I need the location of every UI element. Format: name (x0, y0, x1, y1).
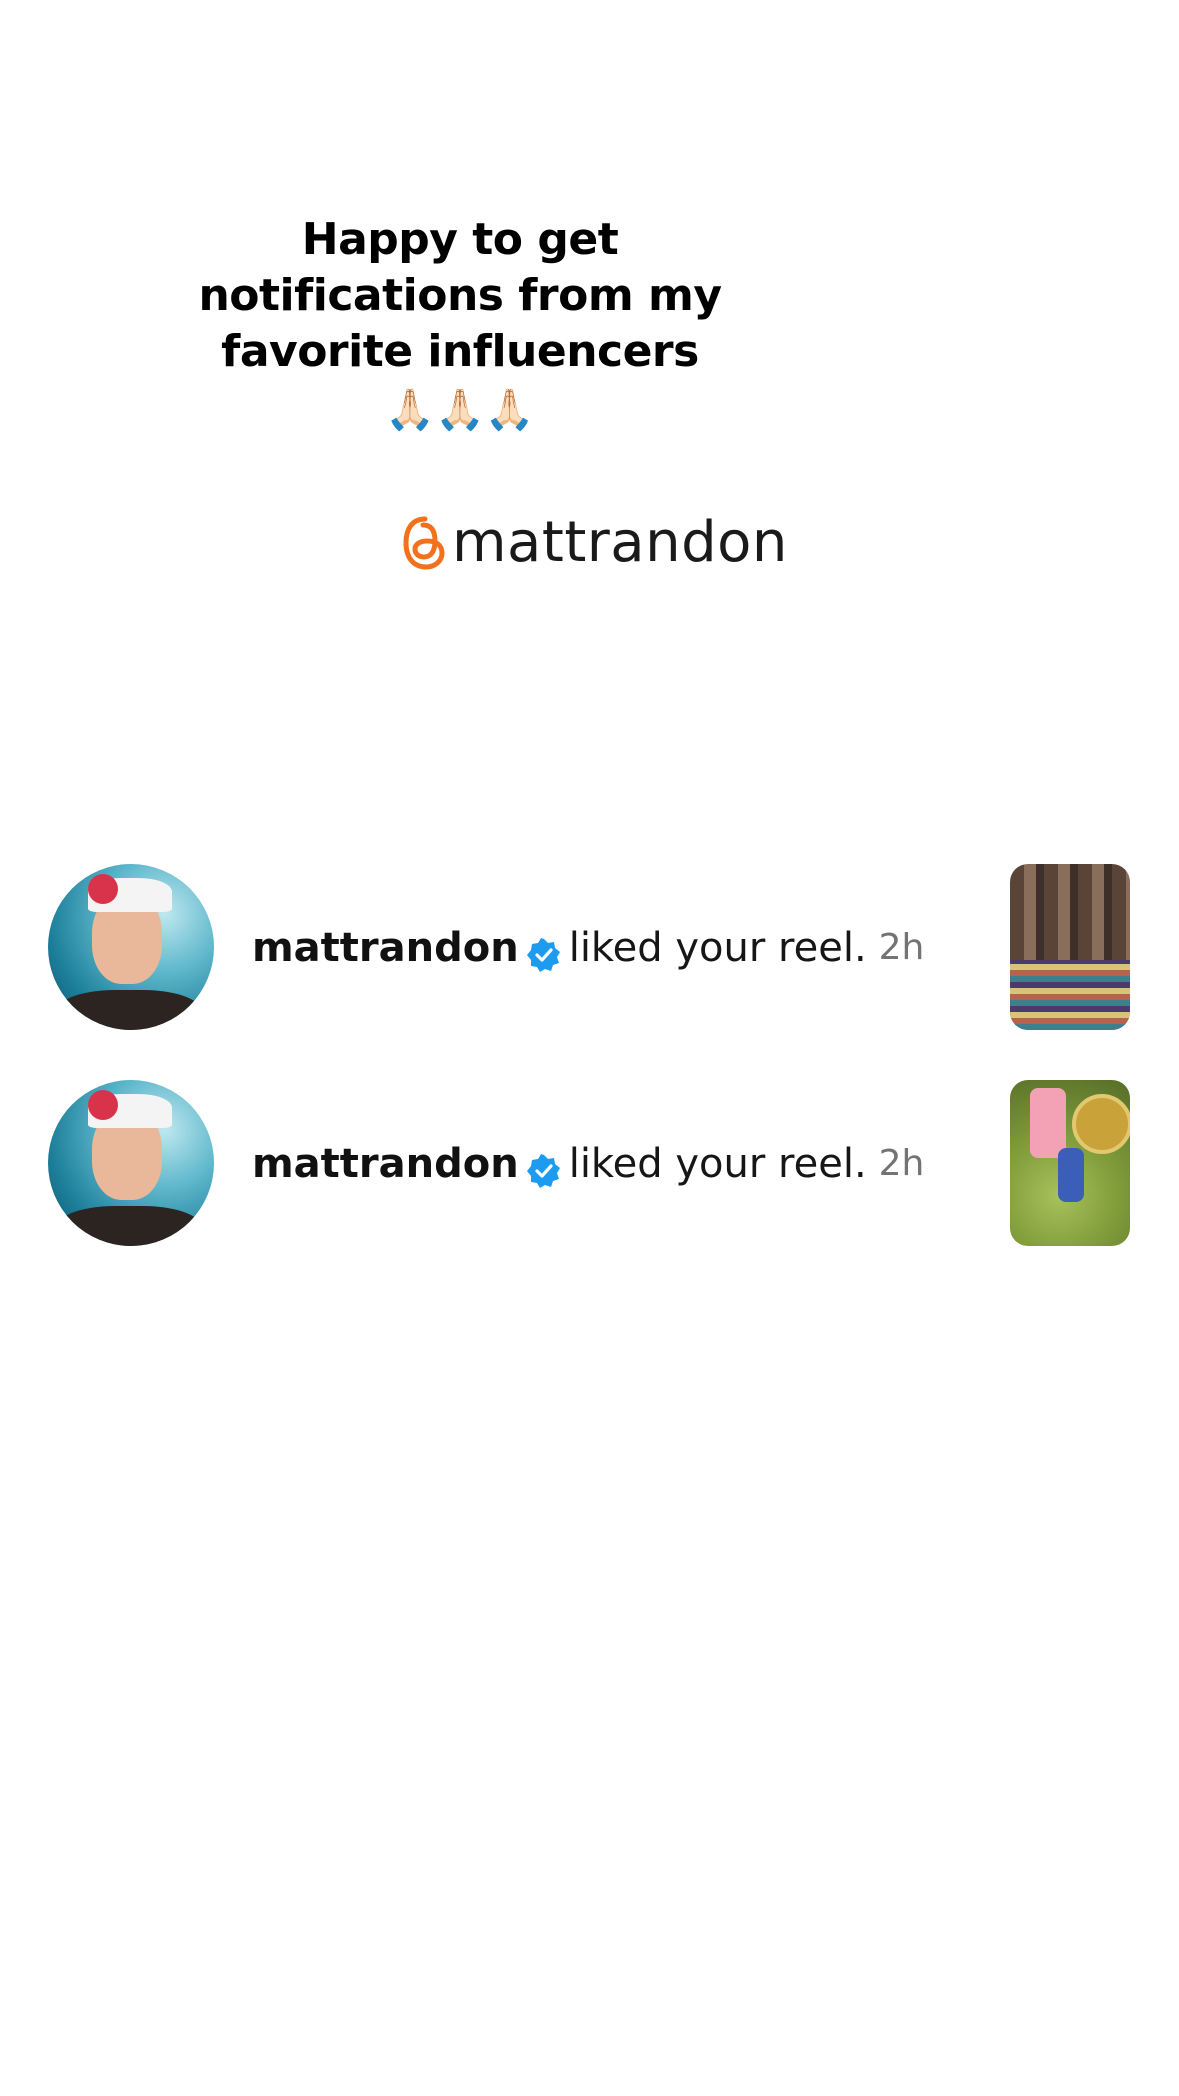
notification-action: liked your reel. (568, 1141, 867, 1187)
caption-text: Happy to get notifications from my favor… (140, 212, 780, 440)
caption-line-3: favorite influencers (221, 326, 699, 377)
reel-thumbnail[interactable] (1010, 1080, 1130, 1246)
hibiscus-decoration (88, 874, 118, 904)
threads-icon (402, 515, 448, 571)
verified-badge-icon (526, 1147, 561, 1188)
reel-thumbnail[interactable] (1010, 864, 1130, 1030)
praying-hands-emoji: 🙏🏻🙏🏻🙏🏻 (385, 387, 535, 433)
notification-action: liked your reel. (568, 925, 867, 971)
verified-badge-icon (526, 931, 561, 972)
notification-username[interactable]: mattrandon (252, 1136, 519, 1192)
notification-username[interactable]: mattrandon (252, 920, 519, 976)
notification-time: 2h (878, 927, 925, 968)
hibiscus-decoration (88, 1090, 118, 1120)
notification-time: 2h (878, 1143, 925, 1184)
handle-username: mattrandon (452, 510, 788, 575)
profile-avatar[interactable] (48, 864, 214, 1030)
caption-line-1: Happy to get (301, 214, 619, 265)
notification-text: mattrandon liked your reel. 2h (252, 920, 924, 976)
notification-row[interactable]: mattrandon liked your reel. 2h (0, 1076, 1179, 1246)
profile-avatar[interactable] (48, 1080, 214, 1246)
threads-handle[interactable]: mattrandon (402, 508, 788, 578)
caption-line-2: notifications from my (198, 270, 722, 321)
notification-text: mattrandon liked your reel. 2h (252, 1136, 924, 1192)
notification-row[interactable]: mattrandon liked your reel. 2h (0, 860, 1179, 1030)
